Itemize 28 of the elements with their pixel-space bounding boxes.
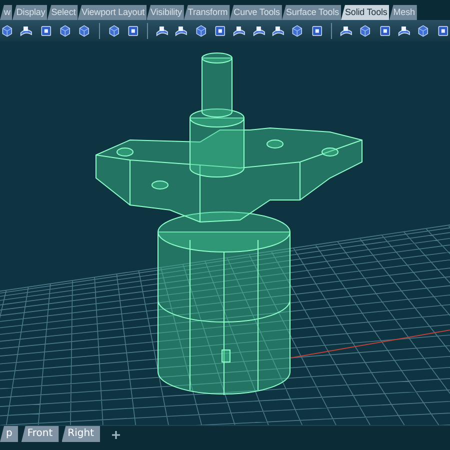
toolbar-tool-icon[interactable] (290, 23, 305, 39)
toolbar-tool-icon[interactable] (194, 23, 208, 39)
ribbon-tab[interactable]: Display (12, 5, 48, 20)
viewport-tab[interactable]: Right (62, 426, 100, 442)
toolbar-tool-icon[interactable] (358, 23, 373, 39)
ribbon-tab[interactable]: Transform (184, 5, 230, 20)
viewport-tab[interactable]: p (0, 426, 18, 442)
toolbar-tool-icon[interactable] (0, 23, 14, 39)
toolbar-tool-icon[interactable] (310, 23, 324, 39)
ribbon-tab[interactable]: w (0, 5, 12, 20)
toolbar-tool-icon[interactable] (213, 23, 228, 39)
ribbon-tab[interactable]: Viewport Layout (78, 5, 147, 20)
toolbar-tool-icon[interactable] (58, 23, 72, 39)
ribbon-tab[interactable]: Visibility (146, 5, 184, 20)
toolbar-tool-icon[interactable] (378, 23, 392, 39)
viewport-tab[interactable]: Front (21, 426, 59, 442)
ribbon-tab[interactable]: Select (47, 5, 78, 20)
toolbar-tool-icon[interactable] (38, 23, 53, 39)
ribbon-tab[interactable]: Curve Tools (230, 5, 282, 20)
ribbon-tab[interactable]: Mesh (389, 5, 417, 20)
toolbar-tool-icon[interactable] (436, 23, 450, 39)
add-tab-icon[interactable] (111, 430, 121, 440)
ribbon-tab[interactable]: Solid Tools (341, 5, 390, 20)
toolbar-tool-icon[interactable] (126, 23, 140, 39)
toolbar-tool-icon[interactable] (416, 23, 431, 39)
toolbar-tool-icon[interactable] (106, 23, 121, 39)
ribbon-tab[interactable]: Surface Tools (282, 5, 342, 20)
toolbar-tool-icon[interactable] (77, 23, 92, 39)
